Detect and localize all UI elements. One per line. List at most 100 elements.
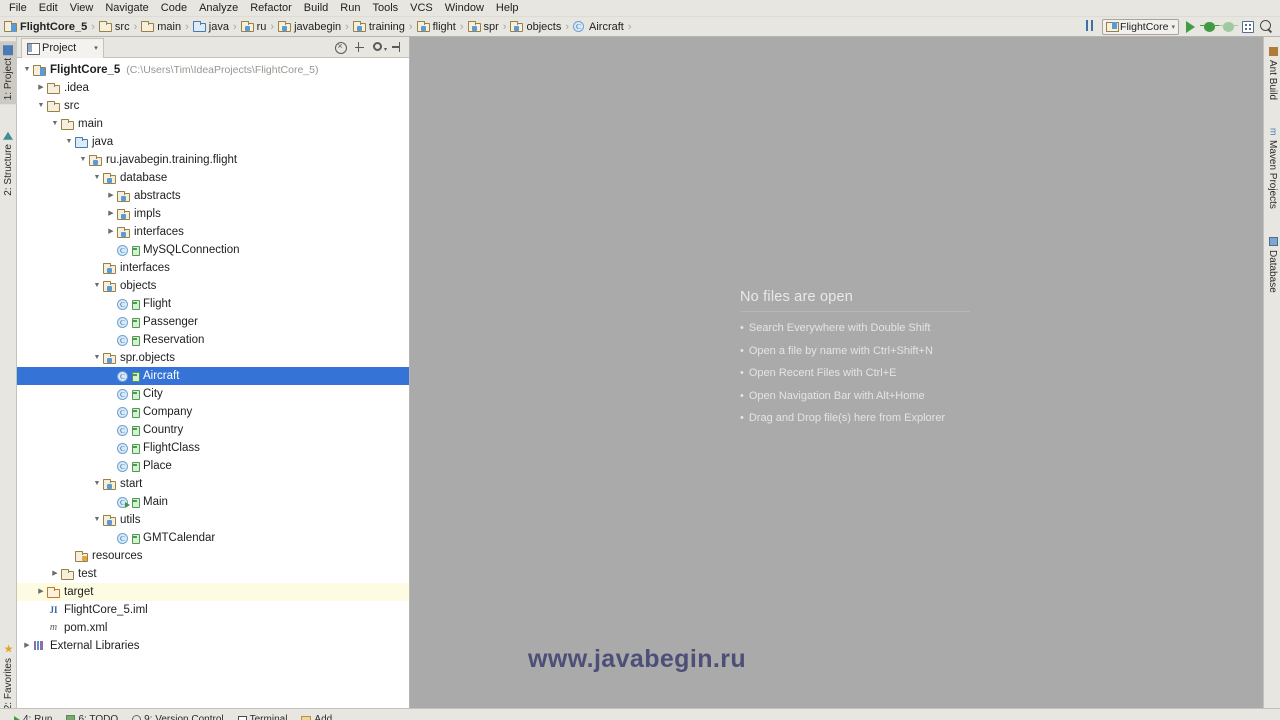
menu-item-analyze[interactable]: Analyze xyxy=(193,1,244,16)
tree-node-main[interactable]: ▼ main xyxy=(17,115,409,133)
breadcrumb-item-java[interactable]: java xyxy=(192,21,229,33)
chevron-down-icon[interactable]: ▼ xyxy=(91,349,103,367)
debug-icon[interactable] xyxy=(1200,19,1219,34)
tree-node-company[interactable]: C Company xyxy=(17,403,409,421)
tree-node-passenger[interactable]: C Passenger xyxy=(17,313,409,331)
tree-node-flightclass[interactable]: C FlightClass xyxy=(17,439,409,457)
chevron-right-icon[interactable]: ▶ xyxy=(35,583,47,601)
chevron-down-icon[interactable]: ▼ xyxy=(63,133,75,151)
tree-node-impls[interactable]: ▶ impls xyxy=(17,205,409,223)
chevron-down-icon[interactable]: ▼ xyxy=(91,475,103,493)
tree-node-main[interactable]: C Main xyxy=(17,493,409,511)
chevron-down-icon[interactable]: ▼ xyxy=(91,511,103,529)
status-bar-item-add[interactable]: Add xyxy=(301,714,332,720)
run-icon[interactable] xyxy=(1183,19,1198,34)
chevron-right-icon[interactable]: ▶ xyxy=(35,79,47,97)
settings-gear-icon[interactable]: ▾ xyxy=(372,41,387,53)
tree-node-database[interactable]: ▼ database xyxy=(17,169,409,187)
chevron-right-icon[interactable]: ▶ xyxy=(105,187,117,205)
tree-node-target[interactable]: ▶ target xyxy=(17,583,409,601)
tree-node-resources[interactable]: resources xyxy=(17,547,409,565)
chevron-right-icon[interactable]: ▶ xyxy=(21,637,33,655)
tree-node-external-libraries[interactable]: ▶ External Libraries xyxy=(17,637,409,655)
project-tree[interactable]: ▼ FlightCore_5 (C:\Users\Tim\IdeaProjects\… xyxy=(17,58,409,720)
tool-window-tab-2-structure[interactable]: 2: Structure xyxy=(0,127,17,200)
tree-node-src[interactable]: ▼ src xyxy=(17,97,409,115)
menu-item-navigate[interactable]: Navigate xyxy=(99,1,154,16)
chevron-right-icon[interactable]: ▶ xyxy=(105,223,117,241)
run-with-coverage-icon[interactable] xyxy=(1219,19,1238,34)
collapse-all-icon[interactable] xyxy=(334,39,347,54)
tool-window-tab-ant-build[interactable]: Ant Build xyxy=(1264,43,1280,104)
tree-node-city[interactable]: C City xyxy=(17,385,409,403)
menu-item-build[interactable]: Build xyxy=(298,1,334,16)
scroll-from-source-icon[interactable] xyxy=(353,41,365,53)
menu-item-file[interactable]: File xyxy=(3,1,33,16)
menu-item-window[interactable]: Window xyxy=(439,1,490,16)
chevron-down-icon[interactable]: ▼ xyxy=(91,277,103,295)
chevron-right-icon[interactable]: ▶ xyxy=(105,205,117,223)
status-bar-item-terminal[interactable]: Terminal xyxy=(237,714,287,720)
tree-node-flight[interactable]: C Flight xyxy=(17,295,409,313)
run-configuration-selector[interactable]: FlightCore ▾ xyxy=(1102,18,1179,35)
breadcrumb-item-main[interactable]: main xyxy=(141,21,181,33)
tree-node-flightcore-5[interactable]: ▼ FlightCore_5 (C:\Users\Tim\IdeaProjects\… xyxy=(17,61,409,79)
tool-window-tab-database[interactable]: Database xyxy=(1264,233,1280,297)
chevron-down-icon[interactable]: ▼ xyxy=(35,97,47,115)
tree-node-spr-objects[interactable]: ▼ spr.objects xyxy=(17,349,409,367)
breadcrumb-item-spr[interactable]: spr xyxy=(467,21,499,33)
chevron-down-icon[interactable]: ▼ xyxy=(21,61,33,79)
tree-node-flightcore-5-iml[interactable]: JI FlightCore_5.iml xyxy=(17,601,409,619)
tree-node-interfaces[interactable]: ▶ interfaces xyxy=(17,223,409,241)
tool-window-tab-favorites[interactable]: 2: Favorites ★ xyxy=(0,638,17,714)
tree-node-utils[interactable]: ▼ utils xyxy=(17,511,409,529)
breadcrumb-item-objects[interactable]: objects xyxy=(510,21,561,33)
tree-node-abstracts[interactable]: ▶ abstracts xyxy=(17,187,409,205)
tree-node-java[interactable]: ▼ java xyxy=(17,133,409,151)
tree-node--idea[interactable]: ▶ .idea xyxy=(17,79,409,97)
chevron-down-icon[interactable]: ▼ xyxy=(49,115,61,133)
hide-panel-icon[interactable] xyxy=(391,41,403,53)
menu-item-edit[interactable]: Edit xyxy=(33,1,64,16)
tree-node-interfaces[interactable]: interfaces xyxy=(17,259,409,277)
status-bar-item-4-run[interactable]: 4: Run xyxy=(14,714,52,720)
breadcrumb-item-src[interactable]: src xyxy=(98,21,130,33)
tree-node-place[interactable]: C Place xyxy=(17,457,409,475)
chevron-right-icon[interactable]: ▶ xyxy=(49,565,61,583)
tree-node-aircraft[interactable]: C Aircraft xyxy=(17,367,409,385)
chevron-down-icon[interactable]: ▼ xyxy=(77,151,89,169)
tree-node-reservation[interactable]: C Reservation xyxy=(17,331,409,349)
menu-item-code[interactable]: Code xyxy=(155,1,193,16)
menu-item-run[interactable]: Run xyxy=(334,1,366,16)
search-everywhere-icon[interactable] xyxy=(1259,19,1274,34)
tree-node-pom-xml[interactable]: m pom.xml xyxy=(17,619,409,637)
tree-node-objects[interactable]: ▼ objects xyxy=(17,277,409,295)
menu-item-refactor[interactable]: Refactor xyxy=(244,1,298,16)
breadcrumb-item-aircraft[interactable]: C Aircraft xyxy=(573,20,624,33)
breadcrumb-item-javabegin[interactable]: javabegin xyxy=(278,21,341,33)
tree-node-mysqlconnection[interactable]: C MySQLConnection xyxy=(17,241,409,259)
sort-alphabetically-icon[interactable] xyxy=(1083,19,1098,34)
menu-item-vcs[interactable]: VCS xyxy=(404,1,439,16)
build-project-icon[interactable] xyxy=(1240,19,1255,34)
tree-node-test[interactable]: ▶ test xyxy=(17,565,409,583)
breadcrumb[interactable]: FlightCore_5 › src › main › java › ru › javabegin ›… xyxy=(0,20,1083,33)
status-bar-item-9-version-control[interactable]: 9: Version Control xyxy=(132,714,224,720)
tree-node-country[interactable]: C Country xyxy=(17,421,409,439)
editor-area[interactable]: No files are open • Search Everywhere wit… xyxy=(410,37,1263,708)
tree-node-ru-javabegin-training-flight[interactable]: ▼ ru.javabegin.training.flight xyxy=(17,151,409,169)
tool-window-tab-1-project[interactable]: 1: Project xyxy=(0,41,17,105)
breadcrumb-item-flightcore-5[interactable]: FlightCore_5 xyxy=(4,21,87,33)
breadcrumb-item-flight[interactable]: flight xyxy=(416,21,456,33)
chevron-down-icon[interactable]: ▼ xyxy=(91,169,103,187)
breadcrumb-item-training[interactable]: training xyxy=(352,21,405,33)
project-view-tab[interactable]: Project ▾ xyxy=(21,37,104,58)
menu-item-help[interactable]: Help xyxy=(490,1,525,16)
menu-item-tools[interactable]: Tools xyxy=(366,1,404,16)
breadcrumb-item-ru[interactable]: ru xyxy=(240,21,266,33)
tree-node-gmtcalendar[interactable]: C GMTCalendar xyxy=(17,529,409,547)
tool-window-tab-maven-projects[interactable]: m Maven Projects xyxy=(1264,123,1280,213)
menu-item-view[interactable]: View xyxy=(64,1,100,16)
tree-node-start[interactable]: ▼ start xyxy=(17,475,409,493)
status-bar-item-6-todo[interactable]: 6: TODO xyxy=(66,714,118,720)
